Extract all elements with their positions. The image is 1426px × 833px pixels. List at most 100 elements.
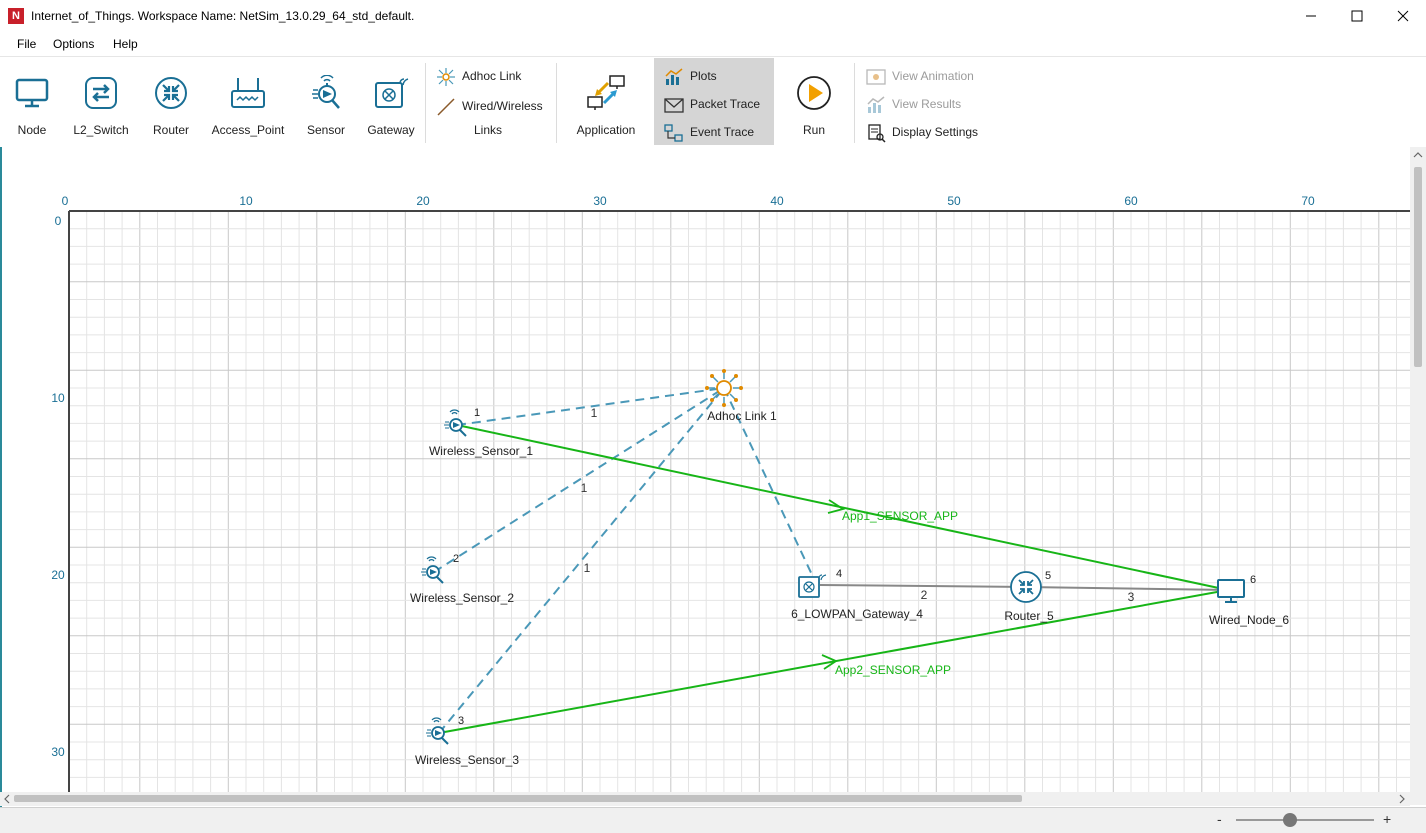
netsim-logo-icon: N: [8, 8, 24, 24]
ribbon-separator: [556, 63, 557, 143]
window-title: Internet_of_Things. Workspace Name: NetS…: [31, 9, 415, 23]
horizontal-scroll-thumb[interactable]: [14, 795, 1022, 802]
ribbon-separator: [854, 63, 855, 143]
adhoc-link-ws3[interactable]: [438, 387, 725, 734]
sensor-icon: [421, 556, 444, 584]
l2-switch-button[interactable]: L2_Switch: [70, 57, 132, 145]
adhoc-link-label: Adhoc Link: [462, 69, 522, 83]
maximize-button[interactable]: [1334, 0, 1380, 32]
l2-switch-label: L2_Switch: [73, 123, 129, 137]
access-point-icon: [231, 78, 265, 108]
adhoc-link-node[interactable]: Adhoc Link 1: [705, 369, 777, 423]
link-id-label: 2: [921, 588, 928, 602]
node-button[interactable]: Node: [5, 57, 59, 145]
run-label: Run: [802, 123, 825, 137]
app1-label[interactable]: App1_SENSOR_APP: [842, 509, 958, 523]
plots-icon: [665, 68, 683, 85]
x-axis-ticks: 0 10 20 30 40 50 60 70: [62, 194, 1315, 208]
wireless-sensor-1-node[interactable]: 1 Wireless_Sensor_1: [429, 407, 533, 458]
wired-wireless-button[interactable]: Wired/Wireless: [436, 95, 552, 117]
node-id-label: 4: [836, 568, 842, 580]
menu-help[interactable]: Help: [113, 37, 138, 51]
wired-wireless-label: Wired/Wireless: [462, 99, 543, 113]
view-animation-button[interactable]: View Animation: [866, 65, 986, 87]
lowpan-gateway-node[interactable]: 4 6_LOWPAN_Gateway_4: [791, 568, 923, 621]
link-id-label: 1: [581, 481, 588, 495]
grid-lines: [69, 211, 1410, 792]
network-canvas[interactable]: 0 10 20 30 40 50 60 70 0 10 20 30 1 1 1: [0, 147, 1426, 807]
gateway-button[interactable]: Gateway: [364, 57, 418, 145]
display-settings-label: Display Settings: [892, 125, 979, 139]
node-id-label: 3: [458, 715, 464, 727]
x-tick-label: 70: [1301, 194, 1315, 208]
display-settings-icon: [868, 124, 886, 143]
adhoc-link-icon: [437, 68, 455, 86]
packet-trace-button[interactable]: Packet Trace: [664, 93, 764, 115]
plots-button[interactable]: Plots: [664, 65, 764, 87]
wired-link-gw-router[interactable]: [819, 584, 1027, 588]
x-tick-label: 40: [770, 194, 784, 208]
results-icon: [867, 96, 885, 113]
node-name-label: Wireless_Sensor_1: [429, 444, 533, 458]
ribbon-toolbar: Node L2_Switch Router Access_Point Senso…: [0, 56, 1426, 148]
plots-label: Plots: [690, 69, 717, 83]
node-id-label: 6: [1250, 574, 1256, 586]
animation-icon: [866, 69, 886, 85]
vertical-scroll-thumb[interactable]: [1414, 167, 1422, 367]
close-button[interactable]: [1380, 0, 1426, 32]
y-tick-label: 0: [55, 214, 62, 228]
display-settings-button[interactable]: Display Settings: [866, 121, 986, 143]
zoom-slider-handle[interactable]: [1283, 813, 1297, 827]
node-name-label: Router_5: [1004, 609, 1054, 623]
y-axis-ticks: 0 10 20 30: [51, 214, 65, 759]
wireless-sensor-2-node[interactable]: 2 Wireless_Sensor_2: [410, 553, 514, 605]
node-id-label: 5: [1045, 570, 1051, 582]
view-results-label: View Results: [892, 97, 962, 111]
node-name-label: Wireless_Sensor_2: [410, 591, 514, 605]
packet-trace-icon: [664, 98, 684, 113]
wireless-sensor-3-node[interactable]: 3 Wireless_Sensor_3: [415, 715, 519, 767]
vertical-scrollbar[interactable]: [1410, 147, 1426, 805]
ribbon-separator: [425, 63, 426, 143]
link-id-label: 3: [1128, 590, 1135, 604]
menu-file[interactable]: File: [17, 37, 36, 51]
y-tick-label: 10: [51, 391, 65, 405]
adhoc-link-button[interactable]: Adhoc Link: [436, 65, 546, 87]
switch-icon: [85, 77, 117, 109]
x-tick-label: 50: [947, 194, 961, 208]
scroll-left-icon[interactable]: [1, 792, 13, 806]
event-trace-button[interactable]: Event Trace: [664, 121, 764, 143]
adhoc-link-label: Adhoc Link 1: [707, 409, 777, 423]
menu-options[interactable]: Options: [53, 37, 94, 51]
scroll-right-icon[interactable]: [1396, 792, 1408, 806]
view-results-button[interactable]: View Results: [866, 93, 986, 115]
wired-link-icon: [437, 98, 455, 116]
run-button[interactable]: Run: [784, 57, 844, 145]
network-grid-svg[interactable]: 0 10 20 30 40 50 60 70 0 10 20 30 1 1 1: [2, 147, 1410, 792]
zoom-out-button[interactable]: -: [1217, 811, 1222, 827]
app2-label[interactable]: App2_SENSOR_APP: [835, 663, 951, 677]
access-point-button[interactable]: Access_Point: [210, 57, 286, 145]
packet-trace-label: Packet Trace: [690, 97, 761, 111]
horizontal-scrollbar[interactable]: [0, 792, 1410, 806]
play-icon: [797, 76, 831, 110]
minimize-button[interactable]: [1288, 0, 1334, 32]
zoom-in-button[interactable]: +: [1383, 811, 1391, 827]
x-tick-label: 10: [239, 194, 253, 208]
node-name-label: Wireless_Sensor_3: [415, 753, 519, 767]
adhoc-hub-icon: [716, 380, 732, 396]
sensor-button[interactable]: Sensor: [300, 57, 352, 145]
application-icon: [587, 75, 625, 110]
menu-bar: File Options Help: [0, 32, 1426, 56]
scroll-up-icon[interactable]: [1410, 149, 1426, 161]
minimize-icon: [1306, 15, 1316, 17]
application-button[interactable]: Application: [568, 57, 644, 145]
x-tick-label: 20: [416, 194, 430, 208]
view-animation-label: View Animation: [892, 69, 974, 83]
desktop-icon: [1217, 579, 1245, 603]
application-label: Application: [576, 123, 636, 137]
sensor-icon: [312, 75, 340, 109]
router-button[interactable]: Router: [144, 57, 198, 145]
router-5-node[interactable]: 5 Router_5: [1004, 570, 1054, 623]
zoom-slider-track[interactable]: [1236, 819, 1374, 821]
